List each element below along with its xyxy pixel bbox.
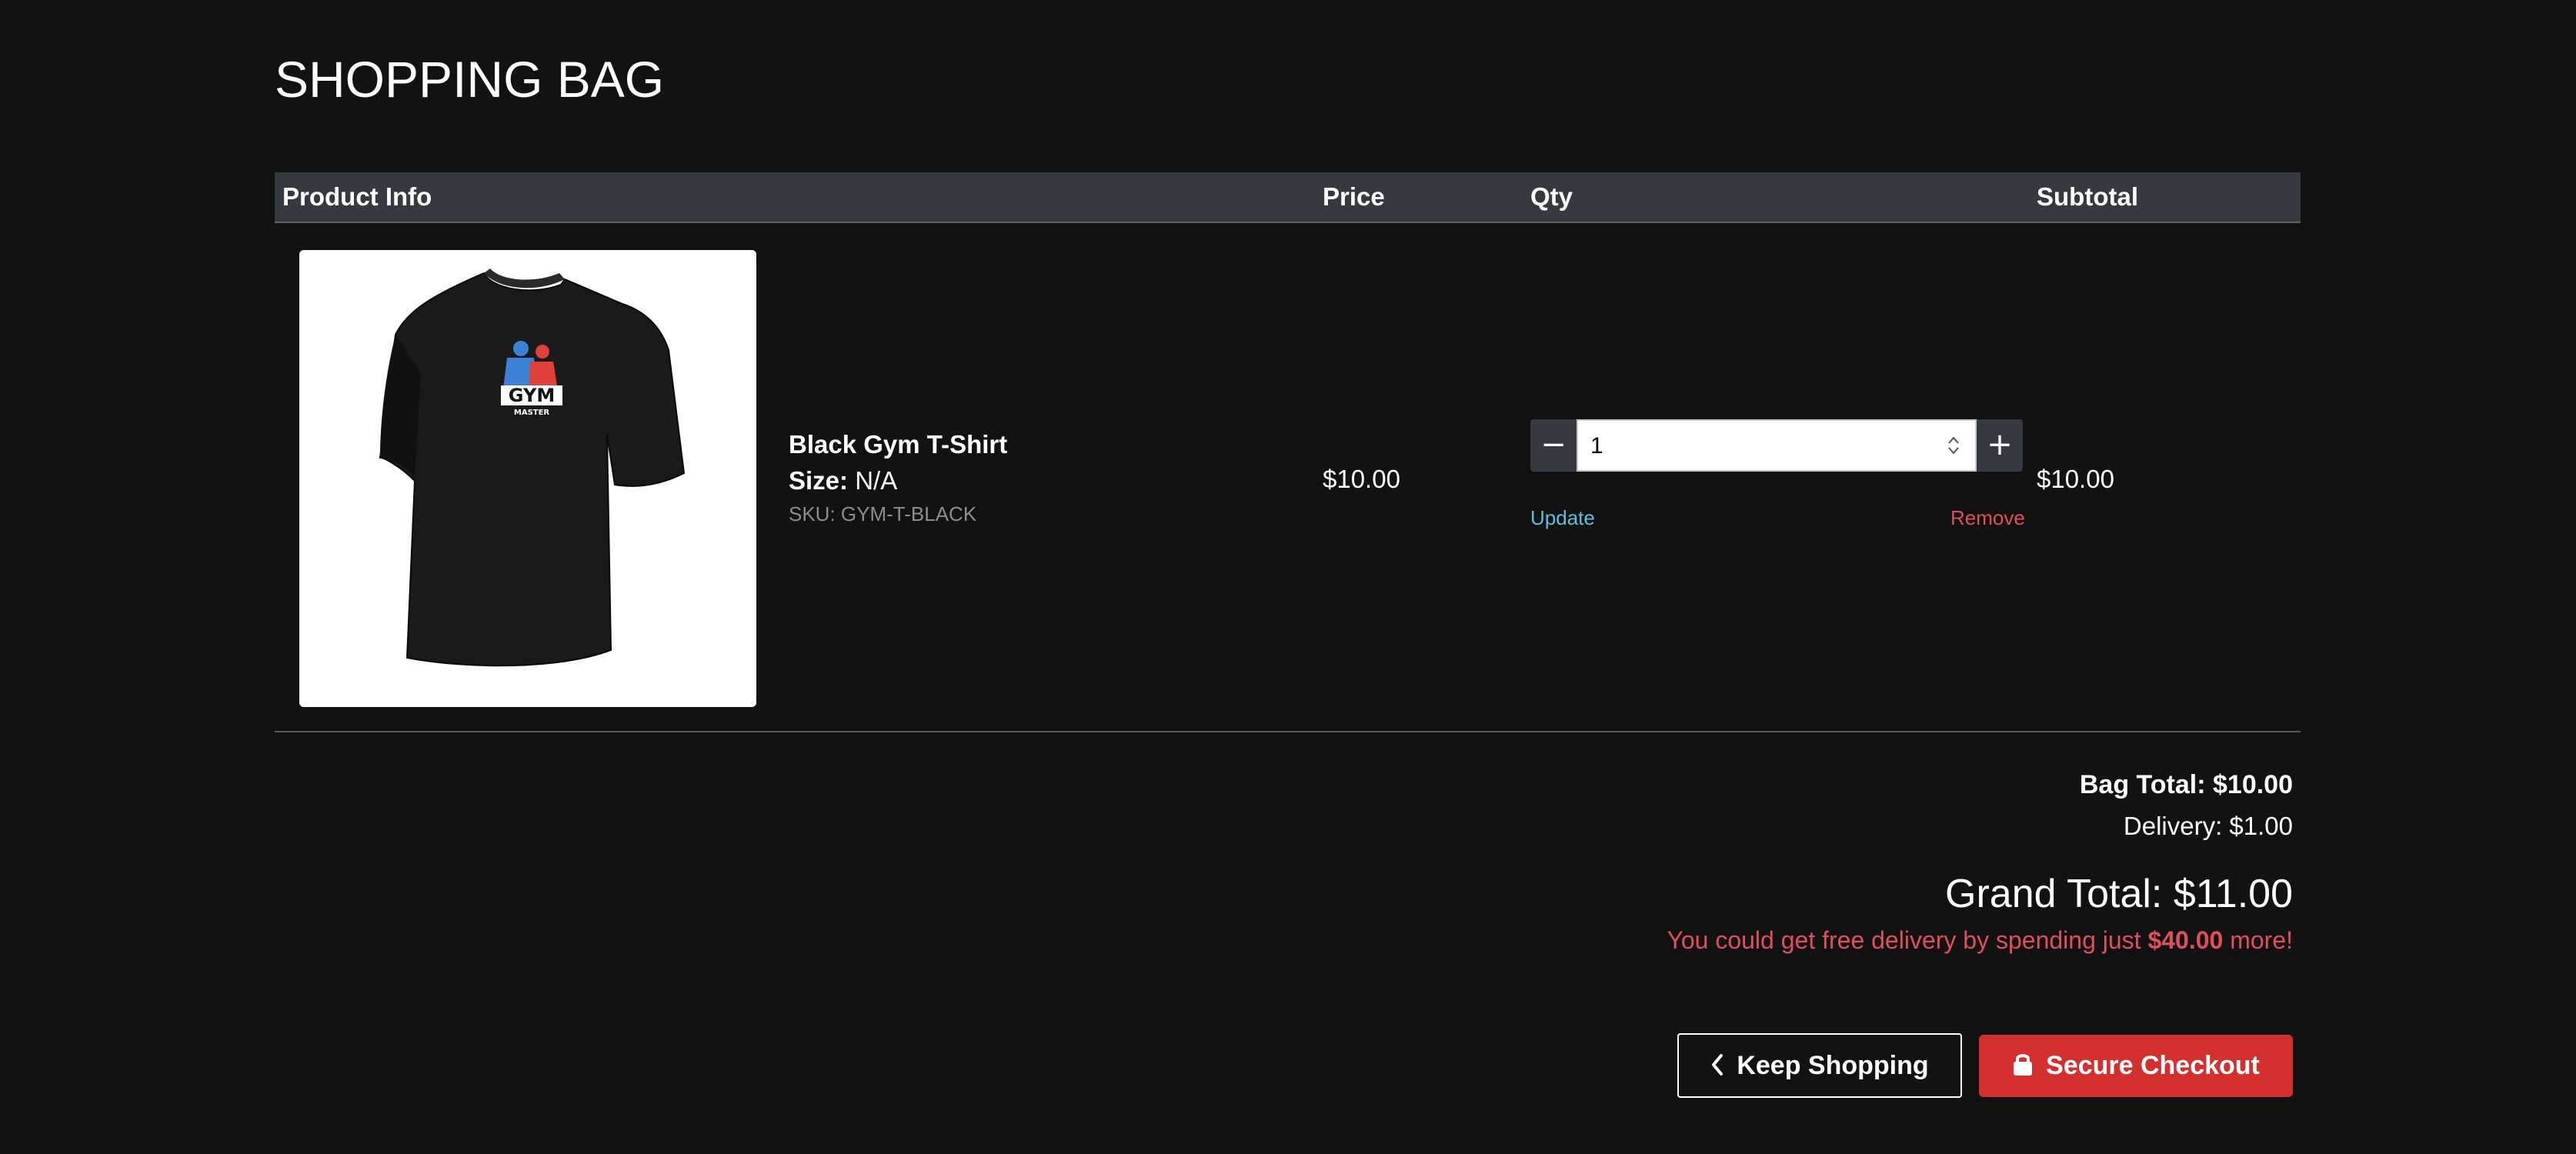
- item-subtotal: $10.00: [2037, 465, 2114, 493]
- free-delivery-prefix: You could get free delivery by spending …: [1667, 926, 2148, 954]
- qty-input[interactable]: [1589, 421, 1915, 472]
- header-product-info: Product Info: [282, 182, 432, 211]
- lock-icon: [2014, 1054, 2033, 1076]
- keep-shopping-label: Keep Shopping: [1737, 1051, 1929, 1080]
- spinner-arrows-icon[interactable]: [1946, 433, 1961, 458]
- cart-item-row: GYM MASTER Black Gym T-Shirt Size: N/A S…: [275, 223, 2301, 732]
- size-label: Size:: [789, 466, 849, 495]
- decrement-qty-button[interactable]: −: [1530, 419, 1577, 472]
- product-image[interactable]: GYM MASTER: [299, 250, 756, 707]
- cart-table-header: Product Info Price Qty Subtotal: [275, 172, 2301, 223]
- keep-shopping-button[interactable]: Keep Shopping: [1677, 1033, 1962, 1098]
- black-tshirt-icon: GYM MASTER: [299, 250, 756, 707]
- update-link[interactable]: Update: [1530, 505, 1595, 531]
- header-price: Price: [1323, 182, 1385, 211]
- qty-input-wrapper: [1577, 419, 1977, 472]
- quantity-stepper: − +: [1530, 419, 2023, 472]
- increment-qty-button[interactable]: +: [1977, 419, 2023, 472]
- size-value: N/A: [855, 466, 898, 495]
- shopping-bag-page: SHOPPING BAG Product Info Price Qty Subt…: [0, 0, 2576, 1154]
- product-size: Size: N/A: [789, 462, 1007, 499]
- product-sku: SKU: GYM-T-BLACK: [789, 502, 977, 525]
- secure-checkout-label: Secure Checkout: [2046, 1051, 2260, 1080]
- svg-text:GYM: GYM: [509, 385, 555, 406]
- grand-total: Grand Total: $11.00: [1945, 872, 2293, 916]
- product-info: Black Gym T-Shirt Size: N/A SKU: GYM-T-B…: [789, 427, 1007, 529]
- item-price: $10.00: [1323, 465, 1400, 493]
- free-delivery-suffix: more!: [2223, 926, 2293, 954]
- order-totals: Bag Total: $10.00 Delivery: $1.00 Grand …: [1377, 762, 2301, 959]
- product-name[interactable]: Black Gym T-Shirt: [789, 427, 1007, 462]
- free-delivery-amount: $40.00: [2147, 926, 2224, 954]
- secure-checkout-button[interactable]: Secure Checkout: [1979, 1035, 2293, 1097]
- header-qty: Qty: [1530, 182, 1573, 211]
- chevron-left-icon: [1712, 1054, 1723, 1076]
- remove-link[interactable]: Remove: [1950, 505, 2025, 531]
- header-subtotal: Subtotal: [2037, 182, 2138, 211]
- free-delivery-message: You could get free delivery by spending …: [1377, 922, 2293, 959]
- delivery-cost: Delivery: $1.00: [2123, 812, 2293, 840]
- svg-text:MASTER: MASTER: [514, 409, 550, 417]
- page-title: SHOPPING BAG: [275, 51, 665, 108]
- bag-total: Bag Total: $10.00: [2079, 770, 2293, 799]
